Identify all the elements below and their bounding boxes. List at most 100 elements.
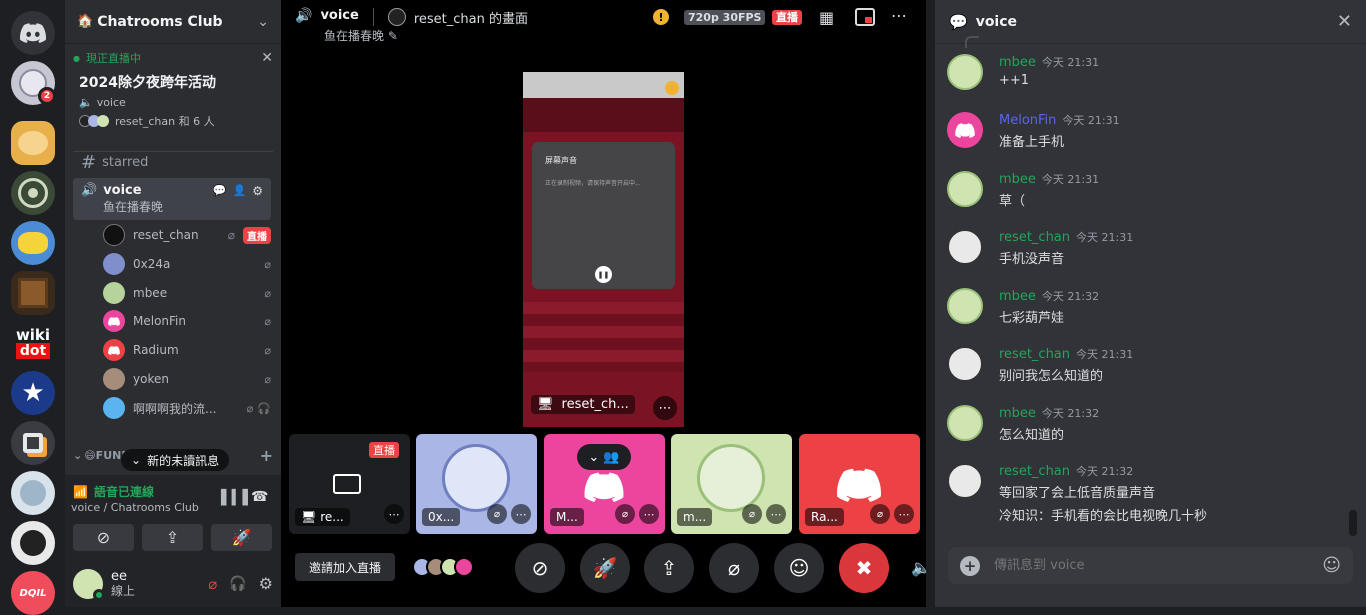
more-icon[interactable]: ⋯ bbox=[384, 504, 404, 524]
user-info[interactable]: ee 線上 bbox=[111, 569, 135, 599]
server-anime-2[interactable] bbox=[11, 521, 55, 565]
soundboard-button[interactable]: ☺ bbox=[774, 543, 824, 593]
plus-icon[interactable]: + bbox=[260, 446, 273, 465]
add-member-icon[interactable]: 👤 bbox=[233, 184, 247, 197]
more-icon[interactable]: ⋯ bbox=[639, 504, 659, 524]
participants-toggle[interactable]: ⌄ 👥 bbox=[577, 444, 631, 470]
live-badge: 直播 bbox=[243, 226, 271, 244]
close-icon[interactable]: ✕ bbox=[261, 50, 273, 66]
activity-button[interactable]: 🚀 bbox=[211, 524, 272, 551]
voice-member[interactable]: 啊啊啊我的流... ⌀ 🎧 bbox=[103, 395, 271, 421]
reply-line bbox=[965, 36, 979, 48]
avatar[interactable] bbox=[947, 54, 983, 90]
participant-tile[interactable]: 直播 🖥 re... ⋯ bbox=[289, 434, 410, 534]
participant-tile[interactable]: m... ⌀ ⋯ bbox=[671, 434, 792, 534]
screen-share-button[interactable]: ⇪ bbox=[142, 524, 203, 551]
voice-member[interactable]: reset_chan ⌀ 直播 bbox=[103, 222, 271, 248]
mute-button[interactable]: ⌀ bbox=[709, 543, 759, 593]
warning-icon bbox=[665, 81, 679, 95]
mic-off-icon: ⌀ bbox=[264, 257, 271, 271]
channel-voice[interactable]: 🔊 voice 💬 👤 ⚙ 鱼在播春晚 bbox=[73, 178, 271, 220]
message-author[interactable]: mbee bbox=[999, 172, 1036, 187]
avatar[interactable] bbox=[947, 346, 983, 382]
avatar[interactable] bbox=[947, 229, 983, 265]
emoji-icon[interactable]: ☺ bbox=[1322, 555, 1341, 576]
user-status: 線上 bbox=[111, 583, 136, 598]
message-timestamp: 今天 21:32 bbox=[1041, 407, 1100, 420]
avatar bbox=[103, 224, 125, 246]
message-input[interactable] bbox=[994, 558, 1323, 573]
server-square[interactable] bbox=[11, 421, 55, 465]
soundwave-icon[interactable]: ▌▍▌ bbox=[221, 490, 253, 506]
mic-muted-icon[interactable]: ⌀ bbox=[208, 575, 217, 593]
message-author[interactable]: mbee bbox=[999, 406, 1036, 421]
grid-layout-icon[interactable]: ▦ bbox=[819, 8, 834, 27]
avatar[interactable] bbox=[947, 288, 983, 324]
camera-off-button[interactable]: ⊘ bbox=[73, 524, 134, 551]
warning-icon[interactable]: ! bbox=[653, 9, 669, 25]
activity-button[interactable]: 🚀 bbox=[580, 543, 630, 593]
headphones-icon[interactable]: 🎧 bbox=[229, 576, 246, 592]
voice-member[interactable]: yoken ⌀ bbox=[103, 366, 271, 392]
server-eye-emblem[interactable] bbox=[11, 171, 55, 215]
avatar[interactable] bbox=[947, 112, 983, 148]
invite-to-stream-button[interactable]: 邀請加入直播 bbox=[295, 553, 396, 581]
more-icon[interactable]: ⋯ bbox=[766, 504, 786, 524]
avatar[interactable] bbox=[947, 171, 983, 207]
discord-home-icon[interactable] bbox=[11, 11, 55, 55]
chat-icon[interactable]: 💬 bbox=[213, 184, 227, 197]
server-pikachu[interactable] bbox=[11, 221, 55, 265]
more-icon[interactable]: ⋯ bbox=[653, 396, 677, 420]
more-icon[interactable]: ⋯ bbox=[894, 504, 914, 524]
server-star[interactable]: ★ bbox=[11, 371, 55, 415]
message-author[interactable]: mbee bbox=[999, 289, 1036, 304]
voice-member[interactable]: 0x24a ⌀ bbox=[103, 251, 271, 277]
plus-icon[interactable]: + bbox=[960, 555, 980, 576]
avatar[interactable] bbox=[73, 568, 105, 601]
member-name: 啊啊啊我的流... bbox=[133, 401, 217, 416]
popout-icon[interactable] bbox=[855, 8, 875, 26]
chevron-down-icon[interactable]: ⌄ bbox=[257, 14, 269, 30]
message-author[interactable]: MelonFin bbox=[999, 113, 1056, 128]
message-author[interactable]: mbee bbox=[999, 55, 1036, 70]
server-anime-1[interactable] bbox=[11, 471, 55, 515]
more-icon[interactable]: ⋯ bbox=[511, 504, 531, 524]
more-icon[interactable]: ⋯ bbox=[891, 6, 907, 25]
channel-starred[interactable]: # starred bbox=[73, 152, 271, 173]
gear-icon[interactable]: ⚙ bbox=[259, 574, 273, 593]
live-event-card[interactable]: ● 現正直播中 ✕ 2024除夕夜跨年活动 🔈 voice reset_chan… bbox=[73, 50, 273, 142]
message-author[interactable]: reset_chan bbox=[999, 347, 1070, 362]
camera-off-button[interactable]: ⊘ bbox=[515, 543, 565, 593]
close-icon[interactable]: ✕ bbox=[1337, 11, 1352, 32]
message-author[interactable]: reset_chan bbox=[999, 230, 1070, 245]
chat-header: 💬 voice ✕ bbox=[935, 0, 1366, 44]
server-doge[interactable] bbox=[11, 121, 55, 165]
popup-body: 正在录制视频，请保持声音开启中... bbox=[545, 180, 641, 187]
server-dqil[interactable]: DQIL bbox=[11, 571, 55, 615]
message-timestamp: 今天 21:31 bbox=[1062, 114, 1120, 127]
voice-location[interactable]: voice / Chatrooms Club bbox=[71, 501, 199, 514]
participant-tile[interactable]: 0x... ⌀ ⋯ bbox=[416, 434, 537, 534]
server-wikidot[interactable]: wiki dot bbox=[11, 321, 55, 365]
participant-tile[interactable]: ⌄ 👥 M... ⌀ ⋯ bbox=[544, 434, 665, 534]
voice-member[interactable]: mbee ⌀ bbox=[103, 280, 271, 306]
connection-status[interactable]: 📶 語音已連線 bbox=[73, 483, 154, 500]
disconnect-button[interactable]: ✖ bbox=[839, 543, 889, 593]
mic-off-icon: ⌀ bbox=[246, 401, 254, 415]
server-header[interactable]: 🏠 Chatrooms Club ⌄ bbox=[65, 0, 281, 44]
voice-member[interactable]: MelonFin ⌀ bbox=[103, 308, 271, 334]
message-author[interactable]: reset_chan bbox=[999, 464, 1070, 479]
viewer-avatars[interactable] bbox=[412, 557, 474, 577]
stream-video[interactable]: 屏幕声音 正在录制视频，请保持声音开启中... ❚❚ 🖥 reset_ch...… bbox=[523, 72, 684, 427]
participant-tile[interactable]: Ra... ⌀ ⋯ bbox=[799, 434, 920, 534]
gear-icon[interactable]: ⚙ bbox=[252, 184, 263, 198]
avatar[interactable] bbox=[947, 463, 983, 499]
scrollbar-thumb[interactable] bbox=[1349, 510, 1357, 536]
avatar[interactable] bbox=[947, 405, 983, 441]
screen-share-button[interactable]: ⇪ bbox=[644, 543, 694, 593]
server-minecraft-table[interactable] bbox=[11, 271, 55, 315]
voice-member[interactable]: Radium ⌀ bbox=[103, 337, 271, 363]
disconnect-icon[interactable]: ☎ bbox=[251, 489, 268, 505]
unread-messages-pill[interactable]: ⌄ 新的未讀訊息 bbox=[121, 449, 230, 471]
live-dot-icon: ● bbox=[73, 53, 80, 63]
